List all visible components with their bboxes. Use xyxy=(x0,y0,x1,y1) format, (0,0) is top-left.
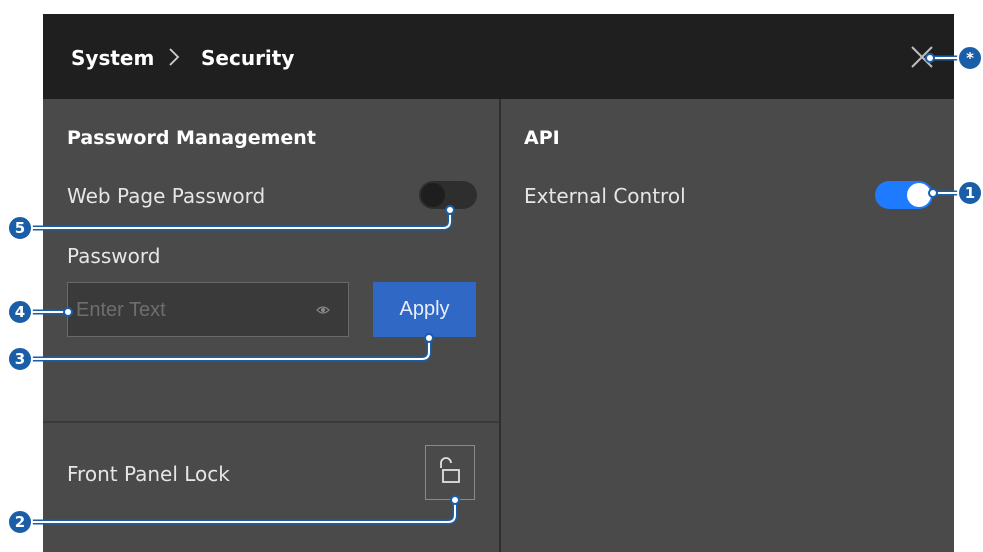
page-title: Security xyxy=(201,46,295,70)
close-icon[interactable] xyxy=(909,44,935,70)
security-dialog: System Security Password Management Web … xyxy=(43,14,954,552)
dialog-header: System Security xyxy=(43,14,954,99)
password-management-title: Password Management xyxy=(67,127,316,149)
callout-5: 5 xyxy=(7,215,33,241)
section-divider xyxy=(43,421,499,423)
toggle-knob xyxy=(907,183,931,207)
web-page-password-toggle[interactable] xyxy=(419,181,477,209)
unlocked-padlock-icon xyxy=(440,457,460,483)
apply-button[interactable]: Apply xyxy=(373,282,476,337)
external-control-toggle[interactable] xyxy=(875,181,933,209)
callout-4: 4 xyxy=(7,299,33,325)
password-management-section: Password Management Web Page Password Pa… xyxy=(43,99,499,552)
callout-3: 3 xyxy=(7,346,33,372)
password-field[interactable] xyxy=(67,282,349,337)
web-page-password-label: Web Page Password xyxy=(67,184,266,208)
callout-1: 1 xyxy=(957,180,983,206)
chevron-right-icon xyxy=(169,48,180,66)
api-section: API External Control xyxy=(501,99,954,552)
toggle-knob xyxy=(421,183,445,207)
api-title: API xyxy=(524,127,560,149)
external-control-label: External Control xyxy=(524,184,686,208)
breadcrumb-system[interactable]: System xyxy=(71,45,154,71)
eye-icon[interactable] xyxy=(315,302,331,318)
password-input[interactable] xyxy=(74,293,298,327)
password-label: Password xyxy=(67,244,161,268)
front-panel-lock-button[interactable] xyxy=(425,445,475,500)
callout-asterisk: * xyxy=(957,45,983,71)
front-panel-lock-label: Front Panel Lock xyxy=(67,462,230,486)
callout-2: 2 xyxy=(7,509,33,535)
